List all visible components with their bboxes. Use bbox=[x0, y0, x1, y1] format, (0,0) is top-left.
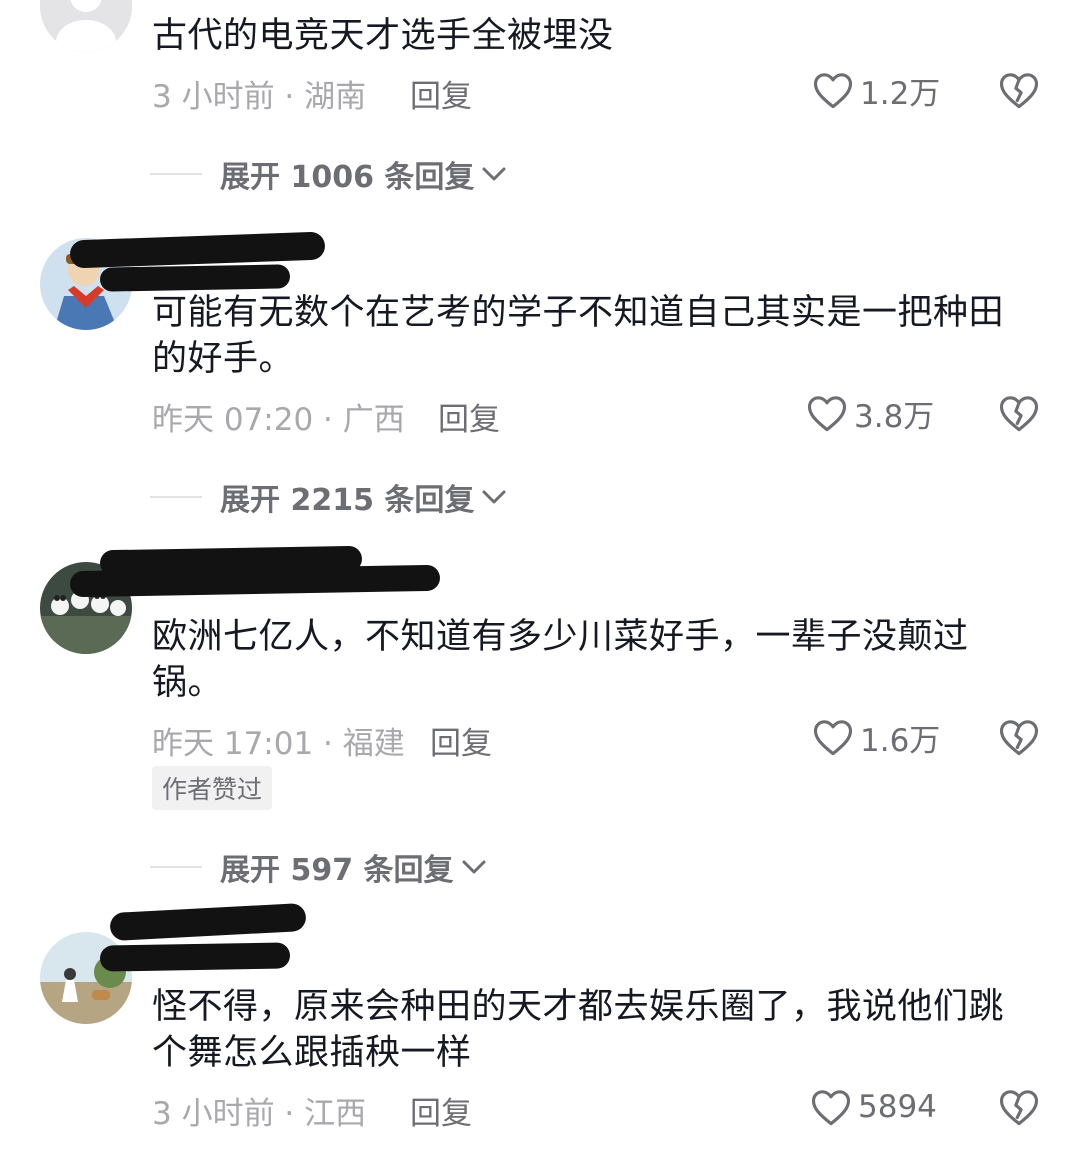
like-count: 1.2万 bbox=[860, 75, 941, 112]
heart-outline-icon bbox=[813, 720, 853, 756]
comment-text: 古代的电竞天才选手全被埋没 bbox=[152, 16, 614, 56]
expand-replies-button[interactable]: 展开 597 条回复 bbox=[150, 847, 488, 888]
expand-replies-label: 展开 597 条回复 bbox=[220, 853, 454, 888]
chevron-down-icon bbox=[482, 490, 506, 504]
dislike-button[interactable] bbox=[998, 1087, 1040, 1127]
like-button[interactable]: 3.8万 bbox=[806, 391, 934, 435]
reply-button[interactable]: 回复 bbox=[410, 1088, 472, 1133]
comment-avatar[interactable] bbox=[40, 0, 132, 52]
redacted-username bbox=[99, 942, 291, 972]
broken-heart-icon bbox=[999, 1090, 1039, 1126]
expand-replies-label: 展开 2215 条回复 bbox=[220, 483, 475, 518]
like-count: 3.8万 bbox=[854, 398, 935, 435]
dislike-button[interactable] bbox=[998, 717, 1040, 757]
comment-text: 怪不得，原来会种田的天才都去娱乐圈了，我说他们跳个舞怎么跟插秧一样 bbox=[152, 987, 1005, 1073]
dislike-button[interactable] bbox=[998, 70, 1040, 110]
heart-outline-icon bbox=[813, 73, 853, 109]
author-liked-badge: 作者赞过 bbox=[152, 766, 273, 810]
heart-outline-icon bbox=[811, 1090, 851, 1126]
divider-line bbox=[150, 173, 202, 175]
comment-text: 欧洲七亿人，不知道有多少川菜好手，一辈子没颠过锅。 bbox=[152, 617, 969, 703]
broken-heart-icon bbox=[999, 720, 1039, 756]
chevron-down-icon bbox=[482, 167, 506, 181]
like-button[interactable]: 1.6万 bbox=[812, 715, 940, 759]
reply-button[interactable]: 回复 bbox=[438, 394, 500, 439]
expand-replies-label: 展开 1006 条回复 bbox=[220, 160, 475, 195]
reply-button[interactable]: 回复 bbox=[430, 718, 492, 763]
broken-heart-icon bbox=[999, 73, 1039, 109]
comment-meta: 昨天 17:01 · 福建 bbox=[152, 726, 405, 762]
comment-text: 可能有无数个在艺考的学子不知道自己其实是一把种田的好手。 bbox=[152, 293, 1005, 379]
like-button[interactable]: 5894 bbox=[810, 1085, 937, 1129]
redacted-username bbox=[69, 231, 326, 269]
expand-replies-button[interactable]: 展开 1006 条回复 bbox=[150, 154, 508, 195]
redacted-username bbox=[99, 264, 291, 292]
divider-line bbox=[150, 496, 202, 498]
broken-heart-icon bbox=[999, 396, 1039, 432]
chevron-down-icon bbox=[462, 860, 486, 874]
like-button[interactable]: 1.2万 bbox=[812, 68, 940, 112]
expand-replies-button[interactable]: 展开 2215 条回复 bbox=[150, 477, 508, 518]
comment-meta: 昨天 07:20 · 广西 bbox=[152, 402, 405, 438]
heart-outline-icon bbox=[807, 396, 847, 432]
comment-meta: 3 小时前 · 江西 bbox=[152, 1096, 367, 1132]
comment-meta: 3 小时前 · 湖南 bbox=[152, 79, 367, 115]
like-count: 5894 bbox=[858, 1089, 937, 1125]
divider-line bbox=[150, 866, 202, 868]
reply-button[interactable]: 回复 bbox=[410, 71, 472, 116]
dislike-button[interactable] bbox=[998, 393, 1040, 433]
redacted-username bbox=[69, 564, 441, 598]
like-count: 1.6万 bbox=[860, 722, 941, 759]
redacted-username bbox=[109, 902, 307, 942]
